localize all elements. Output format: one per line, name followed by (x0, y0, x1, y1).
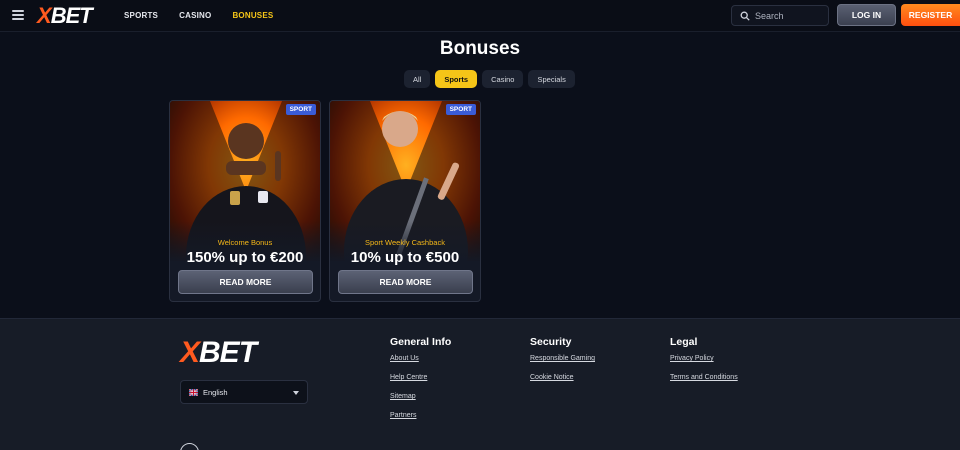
main-nav: SPORTS CASINO BONUSES (124, 11, 273, 20)
bonus-filter-tabs: All Sports Casino Specials (404, 70, 575, 88)
language-selector[interactable]: English (180, 380, 308, 404)
nav-sports[interactable]: SPORTS (124, 11, 158, 20)
link-sitemap[interactable]: Sitemap (390, 393, 451, 400)
link-responsible-gaming[interactable]: Responsible Gaming (530, 355, 595, 362)
card-image (170, 101, 320, 261)
nav-casino[interactable]: CASINO (179, 11, 211, 20)
footer-col-title: Security (530, 336, 572, 348)
card-subtitle: Welcome Bonus (217, 238, 273, 247)
login-button[interactable]: LOG IN (837, 4, 896, 26)
register-button[interactable]: REGISTER (901, 4, 960, 26)
language-label: English (203, 387, 228, 397)
footer-col-title: Legal (670, 336, 698, 348)
link-privacy-policy[interactable]: Privacy Policy (670, 355, 738, 362)
card-offer: 150% up to €200 (186, 249, 304, 266)
site-footer: XBET English General Info About Us Help … (0, 318, 960, 450)
search-box[interactable] (731, 5, 829, 26)
link-terms-and-conditions[interactable]: Terms and Conditions (670, 374, 738, 381)
search-icon (740, 11, 750, 21)
footer-col-security: Security Responsible Gaming Cookie Notic… (530, 336, 595, 393)
nav-bonuses[interactable]: BONUSES (232, 11, 273, 20)
card-artwork (170, 101, 320, 261)
sport-badge: SPORT (445, 104, 476, 115)
brand-logo[interactable]: XBET (37, 4, 93, 28)
top-header: XBET SPORTS CASINO BONUSES LOG IN REGIST… (0, 0, 960, 32)
footer-col-legal: Legal Privacy Policy Terms and Condition… (670, 336, 738, 393)
uk-flag-icon (189, 388, 198, 396)
circle-icon[interactable] (180, 443, 199, 450)
chevron-down-icon (293, 391, 299, 395)
card-image (330, 101, 480, 261)
menu-icon[interactable] (12, 10, 24, 20)
footer-col-title: General Info (390, 336, 452, 348)
read-more-button[interactable]: READ MORE (178, 270, 313, 294)
search-input[interactable] (755, 10, 825, 21)
card-artwork (330, 101, 480, 261)
footer-col-general-info: General Info About Us Help Centre Sitema… (390, 336, 451, 431)
link-partners[interactable]: Partners (390, 412, 451, 419)
bonus-card-cashback[interactable]: SPORT Sport Weekly Cashback 10% up to €5… (329, 100, 481, 302)
tab-sports[interactable]: Sports (435, 70, 478, 88)
link-help-centre[interactable]: Help Centre (390, 374, 451, 381)
tab-specials[interactable]: Specials (528, 70, 575, 88)
sport-badge: SPORT (285, 104, 316, 115)
tab-all[interactable]: All (404, 70, 431, 88)
link-cookie-notice[interactable]: Cookie Notice (530, 374, 595, 381)
footer-logo[interactable]: XBET (180, 337, 257, 369)
page-title: Bonuses (439, 38, 521, 59)
card-subtitle: Sport Weekly Cashback (365, 238, 445, 247)
tab-casino[interactable]: Casino (482, 70, 524, 88)
card-offer: 10% up to €500 (350, 249, 460, 266)
bonus-card-welcome[interactable]: SPORT Welcome Bonus 150% up to €200 READ… (169, 100, 321, 302)
link-about-us[interactable]: About Us (390, 355, 451, 362)
read-more-button[interactable]: READ MORE (338, 270, 473, 294)
